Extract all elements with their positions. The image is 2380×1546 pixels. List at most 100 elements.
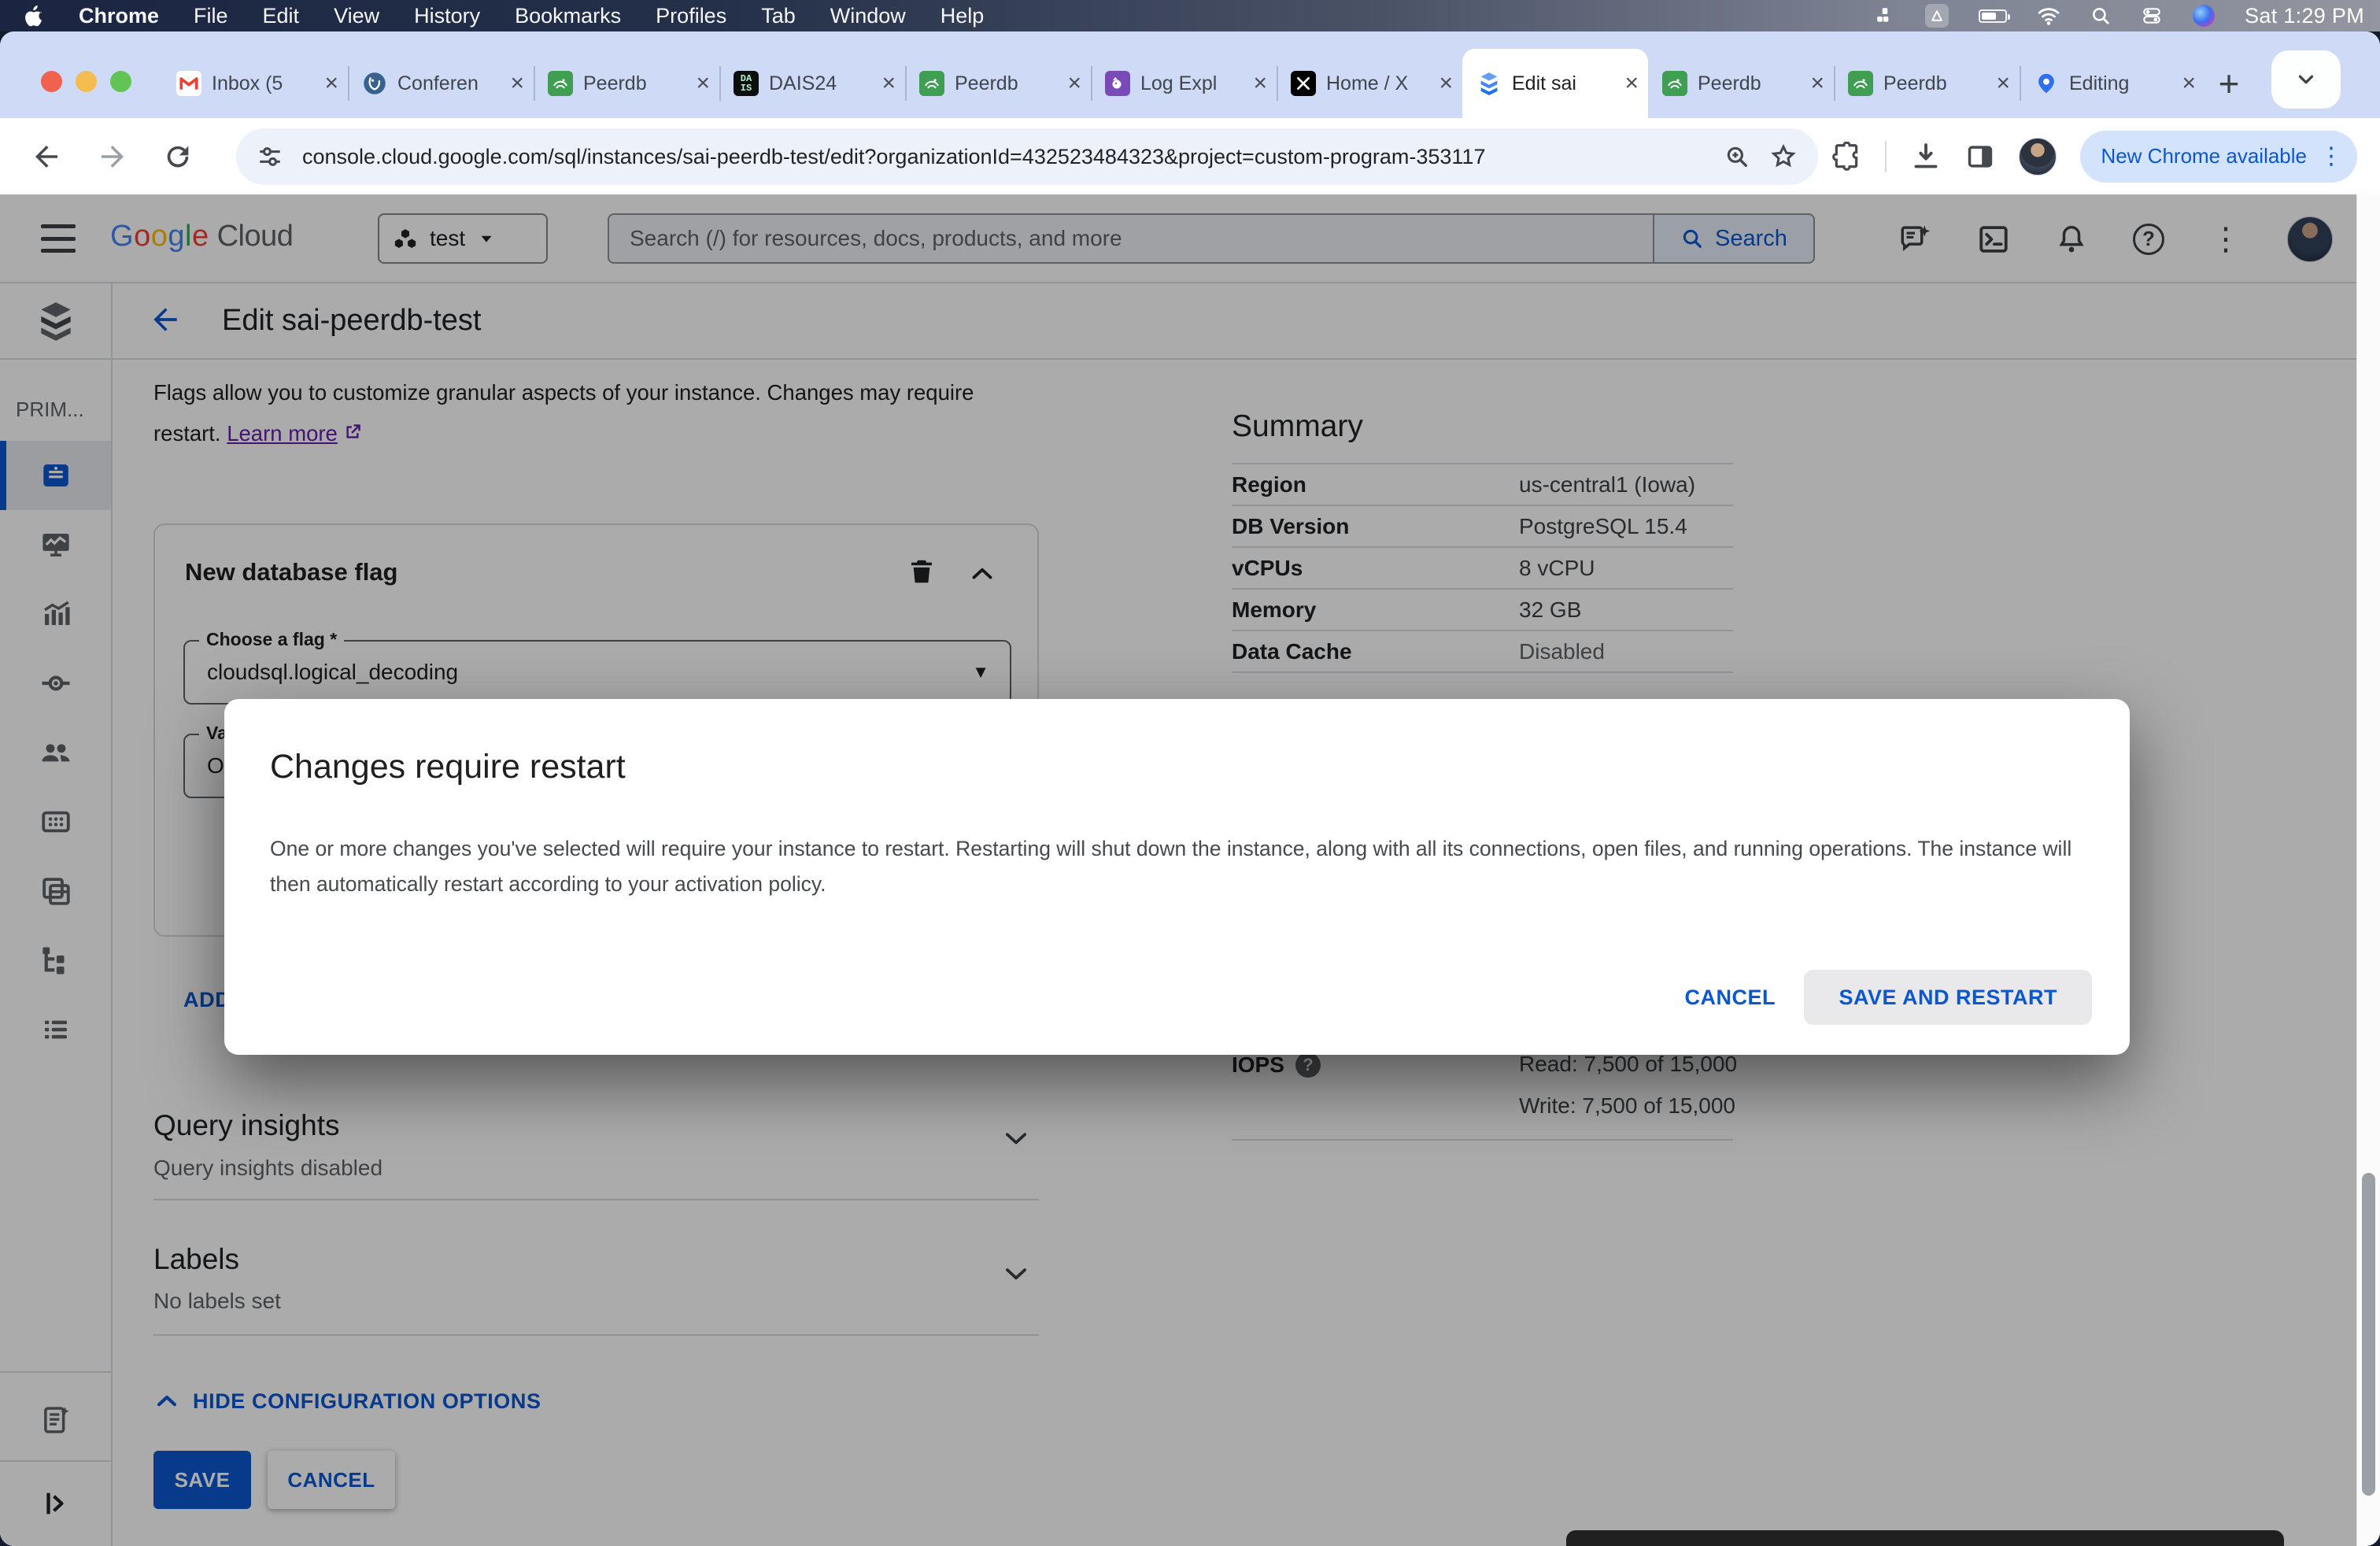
battery-icon[interactable] (1979, 9, 2011, 23)
side-panel-icon[interactable] (1965, 142, 1995, 172)
control-center-icon[interactable] (2141, 6, 2163, 26)
spotlight-search-icon[interactable] (2090, 6, 2111, 26)
tab-title: Home / X (1326, 72, 1409, 94)
menubar-item-file[interactable]: File (194, 4, 228, 28)
macos-dock-hint (1566, 1530, 2284, 1546)
peerdb-favicon (1848, 71, 1873, 96)
siri-icon[interactable] (2193, 5, 2216, 27)
cloud-sql-favicon (1476, 71, 1502, 96)
new-chrome-available-button[interactable]: New Chrome available ⋮ (2080, 130, 2357, 183)
toolbar-divider (1885, 140, 1887, 172)
menubar-item-chrome[interactable]: Chrome (79, 4, 159, 28)
menubar-item-history[interactable]: History (414, 4, 480, 28)
tab-title: Inbox (5 (212, 72, 283, 94)
tab-title: Peerdb (1698, 72, 1761, 94)
site-settings-icon[interactable] (257, 143, 283, 170)
tab-inbox[interactable]: Inbox (5 × (162, 49, 348, 118)
dais-favicon-bottom: IS (740, 83, 752, 94)
tab-close-icon[interactable]: × (1439, 72, 1453, 95)
chrome-menu-icon[interactable]: ⋮ (2319, 142, 2349, 170)
scrollbar-thumb[interactable] (2362, 1173, 2375, 1496)
tab-title: Peerdb (583, 72, 647, 94)
stats-blocks-icon[interactable] (1875, 6, 1895, 26)
wifi-icon[interactable] (2037, 6, 2060, 26)
forward-icon[interactable] (96, 140, 129, 173)
tab-close-icon[interactable]: × (1253, 72, 1267, 95)
peerdb-favicon (548, 71, 573, 96)
tab-close-icon[interactable]: × (1996, 72, 2010, 95)
macos-menubar: Chrome File Edit View History Bookmarks … (0, 0, 2380, 31)
back-icon[interactable] (30, 140, 63, 173)
tab-peerdb-3[interactable]: Peerdb × (1648, 49, 1834, 118)
restart-dialog: Changes require restart One or more chan… (224, 699, 2130, 1055)
tab-peerdb-4[interactable]: Peerdb × (1834, 49, 2020, 118)
tab-title: Editing (2069, 72, 2130, 94)
tab-close-icon[interactable]: × (696, 72, 710, 95)
tab-peerdb-2[interactable]: Peerdb × (905, 49, 1091, 118)
profile-avatar[interactable] (2019, 137, 2057, 176)
tab-edit-sai-active[interactable]: Edit sai × (1462, 49, 1648, 118)
postgresql-favicon (362, 71, 387, 96)
zoom-page-icon[interactable] (1724, 143, 1750, 170)
tab-home-x[interactable]: Home / X × (1277, 49, 1462, 118)
datadog-favicon (1105, 71, 1130, 96)
extensions-icon[interactable] (1831, 141, 1861, 172)
tab-close-icon[interactable]: × (1067, 72, 1081, 95)
page-scrollbar[interactable] (2356, 194, 2380, 1546)
peerdb-favicon (919, 71, 944, 96)
bookmark-star-icon[interactable] (1769, 142, 1798, 171)
apple-logo-icon[interactable] (24, 4, 44, 28)
window-minimize-button[interactable] (76, 71, 97, 92)
tab-editing[interactable]: Editing × (2020, 49, 2205, 118)
dialog-cancel-button[interactable]: CANCEL (1661, 970, 1800, 1025)
menubar-item-profiles[interactable]: Profiles (656, 4, 726, 28)
tab-title: DAIS24 (769, 72, 837, 94)
dais-favicon: DA IS (734, 71, 759, 96)
window-zoom-button[interactable] (110, 71, 131, 92)
browser-toolbar: New Chrome available ⋮ (0, 118, 2380, 194)
tab-list: Inbox (5 × Conferen × Peerdb × DA IS DAI… (162, 49, 2252, 118)
tab-close-icon[interactable]: × (510, 72, 524, 95)
gmail-favicon (176, 71, 201, 96)
tab-search-button[interactable] (2271, 50, 2341, 109)
menubar-clock[interactable]: Sat 1:29 PM (2245, 4, 2364, 28)
menubar-item-window[interactable]: Window (830, 4, 906, 28)
tab-peerdb-1[interactable]: Peerdb × (534, 49, 719, 118)
tab-close-icon[interactable]: × (324, 72, 338, 95)
tab-close-icon[interactable]: × (1624, 72, 1639, 95)
menubar-item-tab[interactable]: Tab (761, 4, 796, 28)
tab-title: Conferen (397, 72, 479, 94)
chrome-window: Inbox (5 × Conferen × Peerdb × DA IS DAI… (0, 31, 2380, 1546)
tab-close-icon[interactable]: × (2182, 72, 2196, 95)
menubar-item-edit[interactable]: Edit (263, 4, 300, 28)
menubar-app-icon[interactable] (1925, 4, 1949, 28)
peerdb-favicon (1662, 71, 1687, 96)
new-tab-button[interactable]: + (2205, 49, 2252, 118)
new-chrome-label: New Chrome available (2101, 144, 2307, 168)
dialog-body: One or more changes you've selected will… (270, 837, 2072, 896)
menubar-item-bookmarks[interactable]: Bookmarks (515, 4, 621, 28)
reload-icon[interactable] (162, 141, 194, 172)
dialog-title: Changes require restart (270, 748, 626, 786)
tab-strip: Inbox (5 × Conferen × Peerdb × DA IS DAI… (0, 31, 2380, 118)
tab-title: Log Expl (1140, 72, 1218, 94)
tab-title: Peerdb (955, 72, 1018, 94)
save-and-restart-button[interactable]: SAVE AND RESTART (1804, 970, 2092, 1025)
tab-dais24[interactable]: DA IS DAIS24 × (719, 49, 905, 118)
window-controls (41, 71, 131, 92)
tab-close-icon[interactable]: × (881, 72, 896, 95)
tab-title: Edit sai (1512, 72, 1576, 94)
omnibox[interactable] (236, 128, 1818, 185)
url-input[interactable] (302, 144, 1705, 169)
menubar-item-view[interactable]: View (334, 4, 379, 28)
tab-title: Peerdb (1883, 72, 1947, 94)
downloads-icon[interactable] (1910, 141, 1942, 172)
tab-close-icon[interactable]: × (1810, 72, 1824, 95)
tab-conference[interactable]: Conferen × (348, 49, 534, 118)
editing-pin-favicon (2034, 71, 2059, 96)
gcloud-page: Google Cloud test Search (/) for resourc… (0, 194, 2380, 1546)
window-close-button[interactable] (41, 71, 62, 92)
x-favicon (1291, 71, 1316, 96)
tab-log-explorer[interactable]: Log Expl × (1091, 49, 1277, 118)
menubar-item-help[interactable]: Help (941, 4, 985, 28)
